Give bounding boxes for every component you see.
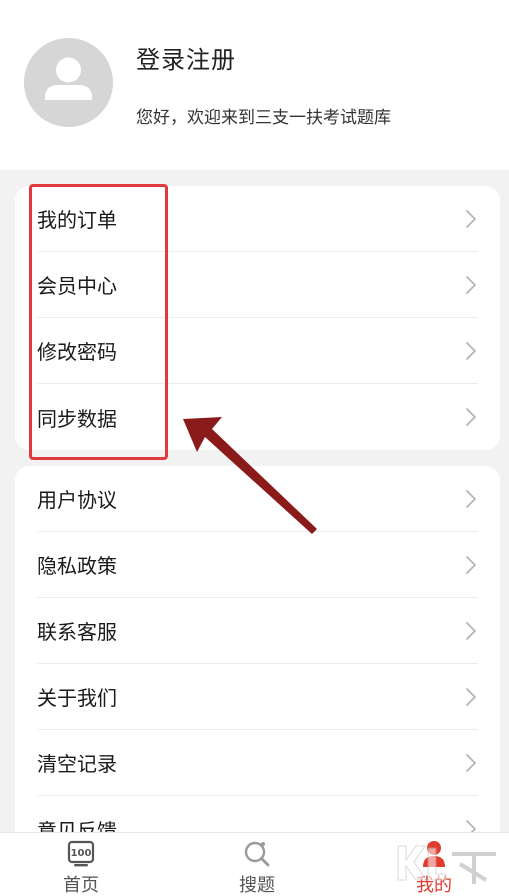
chevron-right-icon	[464, 488, 478, 510]
chevron-right-icon	[464, 554, 478, 576]
chevron-right-icon	[464, 340, 478, 362]
chevron-right-icon	[464, 752, 478, 774]
menu-item-user-agreement[interactable]: 用户协议	[37, 466, 478, 532]
welcome-text: 您好，欢迎来到三支一扶考试题库	[136, 108, 391, 128]
chevron-right-icon	[464, 208, 478, 230]
menu-item-orders[interactable]: 我的订单	[37, 186, 478, 252]
menu-item-sync-data[interactable]: 同步数据	[37, 384, 478, 450]
user-avatar-icon[interactable]	[24, 38, 113, 127]
menu-item-label: 同步数据	[37, 406, 117, 431]
tab-mine-label: 我的	[416, 875, 452, 896]
menu-item-clear-records[interactable]: 清空记录	[37, 730, 478, 796]
chevron-right-icon	[464, 406, 478, 428]
account-menu-card: 我的订单 会员中心 修改密码 同步数据	[15, 186, 500, 450]
menu-item-about-us[interactable]: 关于我们	[37, 664, 478, 730]
tab-search-label: 搜题	[239, 875, 275, 896]
menu-item-label: 会员中心	[37, 274, 117, 298]
menu-item-privacy-policy[interactable]: 隐私政策	[37, 532, 478, 598]
chevron-right-icon	[464, 274, 478, 296]
tab-search[interactable]: 搜题	[197, 833, 317, 896]
menu-item-membership[interactable]: 会员中心	[37, 252, 478, 318]
search-magnifier-icon	[242, 839, 272, 869]
tab-home[interactable]: 100 首页	[21, 833, 141, 896]
score-board-icon: 100	[66, 839, 96, 869]
person-icon	[419, 839, 449, 869]
menu-item-label: 清空记录	[37, 752, 117, 776]
menu-item-change-password[interactable]: 修改密码	[37, 318, 478, 384]
menu-item-label: 联系客服	[37, 620, 117, 644]
menu-item-label: 我的订单	[37, 208, 117, 232]
chevron-right-icon	[464, 686, 478, 708]
bottom-tab-bar: 100 首页 搜题 我的	[0, 832, 509, 896]
menu-item-label: 用户协议	[37, 488, 117, 512]
menu-item-label: 隐私政策	[37, 554, 117, 578]
profile-header[interactable]: 登录注册 您好，欢迎来到三支一扶考试题库	[0, 0, 509, 170]
login-register-title[interactable]: 登录注册	[136, 40, 236, 75]
tab-mine[interactable]: 我的	[374, 833, 494, 896]
menu-item-label: 关于我们	[37, 686, 117, 710]
chevron-right-icon	[464, 620, 478, 642]
tab-home-label: 首页	[63, 875, 99, 896]
profile-page: 登录注册 您好，欢迎来到三支一扶考试题库 我的订单 会员中心 修改密码 同步数据…	[0, 0, 509, 896]
menu-item-label: 修改密码	[37, 340, 117, 364]
home-icon-text: 100	[71, 848, 92, 859]
menu-item-customer-service[interactable]: 联系客服	[37, 598, 478, 664]
settings-menu-card: 用户协议 隐私政策 联系客服 关于我们 清空记录 意见反馈	[15, 466, 500, 846]
